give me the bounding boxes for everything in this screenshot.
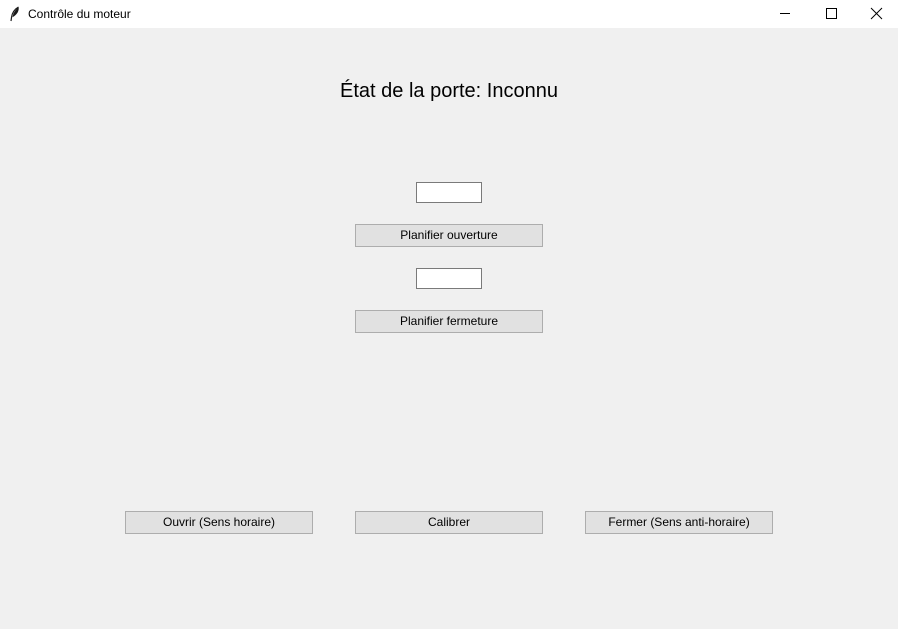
close-icon: [870, 7, 883, 20]
close-counterclockwise-button[interactable]: Fermer (Sens anti-horaire): [585, 511, 773, 534]
schedule-open-button[interactable]: Planifier ouverture: [355, 224, 543, 247]
close-time-input[interactable]: [416, 268, 482, 289]
open-time-input[interactable]: [416, 182, 482, 203]
main-panel: État de la porte: Inconnu Planifier ouve…: [0, 28, 900, 629]
feather-icon: [8, 6, 22, 22]
open-clockwise-button[interactable]: Ouvrir (Sens horaire): [125, 511, 313, 534]
minimize-button[interactable]: [762, 0, 808, 28]
schedule-close-button[interactable]: Planifier fermeture: [355, 310, 543, 333]
title-bar[interactable]: Contrôle du moteur: [0, 0, 900, 28]
maximize-icon: [826, 8, 837, 19]
maximize-button[interactable]: [808, 0, 854, 28]
close-button[interactable]: [854, 0, 900, 28]
window-title: Contrôle du moteur: [28, 7, 131, 21]
door-status-label: État de la porte: Inconnu: [340, 80, 558, 102]
minimize-icon: [780, 13, 790, 14]
calibrate-button[interactable]: Calibrer: [355, 511, 543, 534]
app-window: Contrôle du moteur État de la porte: Inc…: [0, 0, 900, 629]
